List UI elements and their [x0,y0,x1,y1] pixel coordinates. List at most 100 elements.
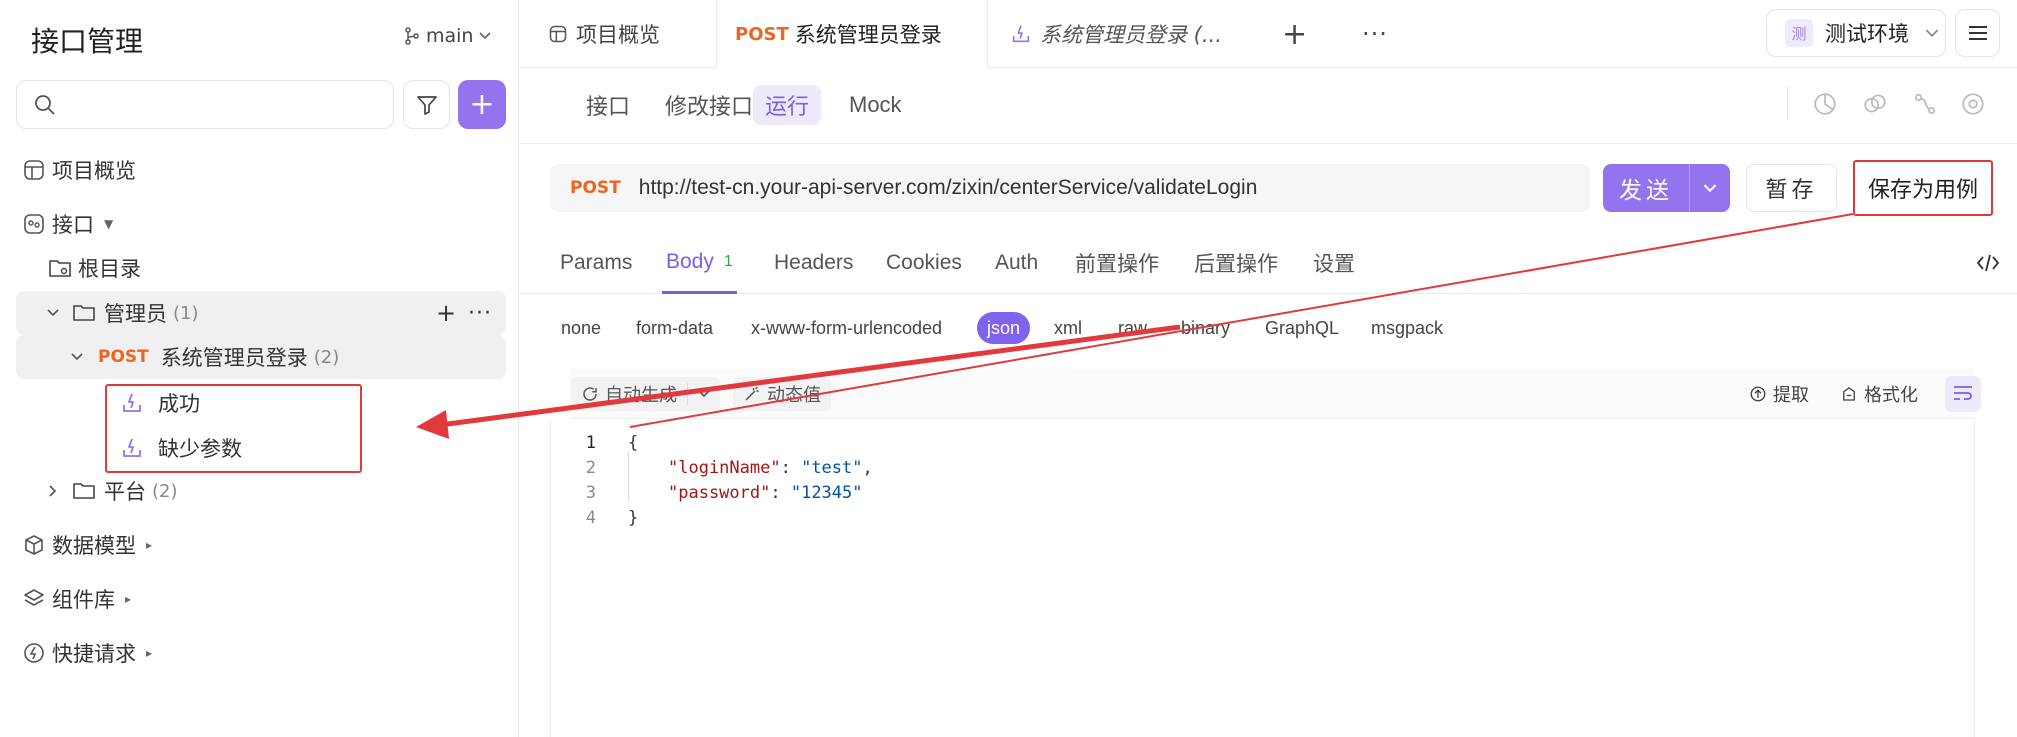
more-tabs-icon[interactable]: ··· [1362,0,1388,68]
chevron-down-icon [1925,29,1939,37]
json-value: "test" [801,457,863,478]
body-type-msgpack[interactable]: msgpack [1371,312,1443,344]
divider [1787,86,1788,120]
tab-post-ops[interactable]: 后置操作 [1194,232,1278,294]
folder-count: (2) [152,480,178,502]
tab-body[interactable]: Body 1 [662,232,737,294]
code-line: 2 "loginName": "test", [551,455,873,480]
subtab-edit[interactable]: 修改接口 [653,85,765,125]
body-type-graphql[interactable]: GraphQL [1265,312,1339,344]
line-number: 3 [585,482,596,503]
chevron-down-icon [1703,183,1717,192]
settings-icon[interactable] [1960,91,1986,117]
tab-case[interactable]: 系统管理员登录 (... [1010,0,1222,68]
sidebar-item-data-models[interactable]: 数据模型 ▸ [22,523,152,567]
endpoint-method: POST [98,347,149,367]
chart-icon[interactable] [1812,91,1838,117]
sidebar-item-label: 根目录 [78,257,141,281]
subtab-run[interactable]: 运行 [753,85,822,125]
sidebar-item-label: 组件库 [52,588,115,612]
code-line: 3 "password": "12345" [551,480,863,505]
sidebar-title: 接口管理 [31,25,144,58]
endpoint-item[interactable]: POST 系统管理员登录 (2) [16,335,506,379]
body-type-urlencoded[interactable]: x-www-form-urlencoded [751,312,942,344]
tab-cookies[interactable]: Cookies [886,232,962,294]
folder-admin[interactable]: 管理员 (1) + ··· [16,291,506,335]
code-line: 1 { [551,430,639,455]
draft-button[interactable]: 暂存 [1746,164,1837,212]
extract-button[interactable]: 提取 [1749,377,1809,411]
sidebar-item-quick-requests[interactable]: 快捷请求 ▸ [22,631,152,675]
sidebar: 接口管理 main + 项目概览 接口 ▼ 根目录 管理员 (1) + ··· [0,0,519,737]
copy-icon[interactable] [1862,91,1888,117]
tab-body-label: Body [666,249,714,273]
send-button[interactable]: 发送 [1603,164,1730,212]
folder-icon [73,483,95,499]
body-type-raw[interactable]: raw [1118,312,1147,344]
dynamic-value-button[interactable]: 动态值 [733,377,831,411]
magic-wand-icon [745,386,759,401]
sidebar-item-root[interactable]: 根目录 [48,246,141,290]
branch-selector[interactable]: main [404,25,492,47]
save-as-case-button[interactable]: 保存为用例 [1853,160,1993,216]
url-input[interactable]: POST http://test-cn.your-api-server.com/… [550,164,1590,212]
line-number: 1 [585,432,596,453]
tab-headers[interactable]: Headers [774,232,853,294]
sidebar-item-overview[interactable]: 项目概览 [22,148,136,192]
tab-overview[interactable]: 项目概览 [548,0,660,68]
tab-settings[interactable]: 设置 [1313,232,1355,294]
word-wrap-button[interactable] [1945,376,1981,412]
git-branch-icon [405,27,419,45]
code-icon[interactable] [1976,252,2000,274]
tab-pre-ops[interactable]: 前置操作 [1075,232,1159,294]
chevron-down-icon [66,353,88,361]
branch-name: main [426,25,474,47]
body-type-binary[interactable]: binary [1181,312,1230,344]
subtab-api[interactable]: 接口 [574,85,642,125]
body-type-none[interactable]: none [561,312,601,344]
request-method[interactable]: POST [570,178,621,198]
add-child-button[interactable]: + [436,299,456,327]
tab-method: POST [735,23,789,45]
tab-params[interactable]: Params [560,232,632,294]
body-type-form-data[interactable]: form-data [636,312,713,344]
sidebar-item-components[interactable]: 组件库 ▸ [22,577,131,621]
auto-generate-button[interactable]: 自动生成 [571,377,720,411]
sidebar-item-label: 接口 [52,213,94,237]
subtab-mock[interactable]: Mock [837,85,914,125]
new-tab-button[interactable]: + [1282,0,1307,68]
tab-endpoint-active[interactable]: POST 系统管理员登录 [716,0,988,68]
caret-right-icon: ▸ [125,592,132,606]
folder-icon [73,305,95,321]
share-icon[interactable] [1912,91,1938,117]
body-type-xml[interactable]: xml [1054,312,1082,344]
send-dropdown[interactable] [1690,183,1730,193]
layout-icon [549,25,567,43]
folder-root-icon [49,260,71,277]
chevron-down-icon [698,390,710,398]
json-key: "loginName" [668,457,781,478]
json-editor[interactable]: 1 { 2 "loginName": "test", 3 "password":… [550,420,1975,737]
menu-button[interactable] [1955,9,2000,57]
more-icon[interactable]: ··· [468,301,492,326]
wrap-lines-icon [1954,386,1972,400]
endpoint-label: 系统管理员登录 [160,346,308,370]
filter-button[interactable] [403,80,450,129]
send-label: 发送 [1619,178,1673,204]
format-button[interactable]: 格式化 [1840,377,1918,411]
body-type-json[interactable]: json [977,312,1031,344]
divider [687,383,688,405]
add-button[interactable]: + [458,80,506,129]
code-text: "password": "12345" [668,482,863,503]
sidebar-search-input[interactable] [16,80,394,129]
sidebar-item-apis[interactable]: 接口 ▼ [22,202,113,246]
search-icon [34,94,56,120]
layout-icon [24,160,44,180]
tab-auth[interactable]: Auth [995,232,1038,294]
api-icon [24,214,44,234]
environment-selector[interactable]: 测 测试环境 [1766,9,1946,57]
dynamic-value-label: 动态值 [767,385,821,406]
folder-platform[interactable]: 平台 (2) [16,469,178,513]
line-number: 4 [585,507,596,528]
request-url[interactable]: http://test-cn.your-api-server.com/zixin… [639,176,1258,200]
